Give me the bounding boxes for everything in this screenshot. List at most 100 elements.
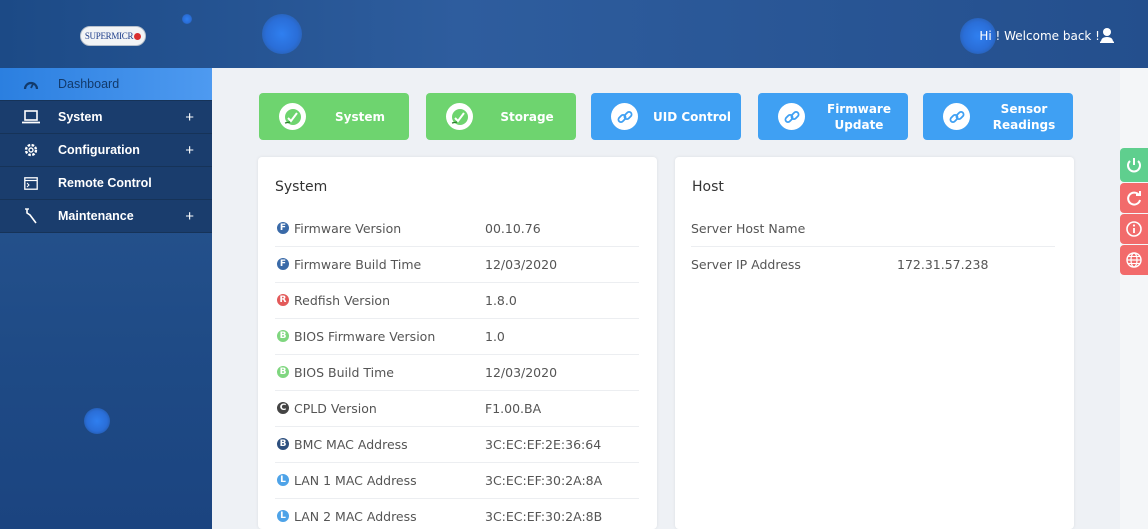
dashboard-gauge-icon — [22, 75, 40, 93]
top-header: SUPERMICR Hi ! Welcome back ! — [0, 0, 1148, 68]
quick-button-firmware-update[interactable]: Firmware Update — [758, 93, 908, 140]
link-icon — [943, 103, 970, 130]
globe-icon — [1126, 252, 1142, 268]
row-value: 172.31.57.238 — [897, 257, 989, 272]
expand-plus-icon[interactable]: + — [185, 208, 194, 225]
wrench-icon — [22, 207, 40, 225]
info-button[interactable] — [1120, 214, 1148, 244]
row-value: 12/03/2020 — [485, 257, 558, 272]
row-value: 1.0 — [485, 329, 505, 344]
quick-button-label: Sensor Readings — [981, 101, 1067, 133]
quick-button-label: System — [335, 109, 385, 124]
info-row-firmware-version: F Firmware Version 00.10.76 — [275, 211, 639, 247]
row-value: 1.8.0 — [485, 293, 517, 308]
sidebar-item-configuration[interactable]: Configuration + — [0, 134, 212, 167]
row-label: Server Host Name — [691, 221, 806, 236]
row-label: BMC MAC Address — [294, 437, 408, 452]
console-window-icon — [22, 174, 40, 192]
info-row-lan1-mac-address: L LAN 1 MAC Address 3C:EC:EF:30:2A:8A — [275, 463, 639, 499]
sidebar-item-label: Maintenance — [58, 209, 134, 223]
right-strip — [1120, 68, 1148, 529]
info-row-cpld-version: C CPLD Version F1.00.BA — [275, 391, 639, 427]
info-row-lan2-mac-address: L LAN 2 MAC Address 3C:EC:EF:30:2A:8B — [275, 499, 639, 529]
firmware-badge-icon: F — [275, 220, 291, 236]
info-row-bmc-mac-address: B BMC MAC Address 3C:EC:EF:2E:36:64 — [275, 427, 639, 463]
row-value: 3C:EC:EF:30:2A:8B — [485, 509, 603, 524]
supermicro-logo[interactable]: SUPERMICR — [80, 26, 146, 46]
refresh-button[interactable] — [1120, 183, 1148, 213]
lan-badge-icon: L — [275, 508, 291, 524]
decorative-glow — [262, 14, 302, 54]
label-line-2: Update — [834, 117, 884, 132]
cpld-badge-icon: C — [275, 400, 291, 416]
info-row-firmware-build-time: F Firmware Build Time 12/03/2020 — [275, 247, 639, 283]
sidebar-item-remote-control[interactable]: Remote Control — [0, 167, 212, 200]
bmc-badge-icon: B — [275, 436, 291, 452]
info-row-server-host-name: Server Host Name — [691, 211, 1055, 247]
sidebar: Dashboard System + Configuration + Remot… — [0, 68, 212, 529]
power-icon — [1127, 158, 1141, 173]
info-row-bios-firmware-version: B BIOS Firmware Version 1.0 — [275, 319, 639, 355]
lan-badge-icon: L — [275, 472, 291, 488]
language-button[interactable] — [1120, 245, 1148, 275]
quick-button-label: Firmware Update — [816, 101, 902, 133]
quick-button-storage[interactable]: Storage — [426, 93, 576, 140]
decorative-glow — [182, 14, 192, 24]
link-icon — [778, 103, 805, 130]
card-title: System — [275, 179, 328, 195]
label-line-1: Sensor — [1000, 101, 1048, 116]
row-value: 00.10.76 — [485, 221, 541, 236]
quick-button-system[interactable]: System — [259, 93, 409, 140]
host-info-card: Host Server Host Name Server IP Address … — [675, 157, 1074, 529]
quick-button-uid-control[interactable]: UID Control — [591, 93, 741, 140]
logo-text: SUPERMICR — [84, 31, 134, 41]
link-icon — [611, 103, 638, 130]
laptop-icon — [22, 108, 40, 126]
label-line-1: Firmware — [827, 101, 891, 116]
quick-button-sensor-readings[interactable]: Sensor Readings — [923, 93, 1073, 140]
expand-plus-icon[interactable]: + — [185, 109, 194, 126]
row-label: Redfish Version — [294, 293, 390, 308]
welcome-text: Hi ! Welcome back ! — [979, 29, 1100, 43]
card-title: Host — [692, 179, 724, 195]
row-label: Server IP Address — [691, 257, 801, 272]
sidebar-item-dashboard[interactable]: Dashboard — [0, 68, 212, 101]
row-label: BIOS Firmware Version — [294, 329, 436, 344]
system-info-card: System F Firmware Version 00.10.76 F Fir… — [258, 157, 657, 529]
main-content: System Storage UID Control Firmware Upda… — [212, 68, 1120, 529]
row-label: LAN 2 MAC Address — [294, 509, 417, 524]
row-label: CPLD Version — [294, 401, 377, 416]
gear-icon — [22, 141, 40, 159]
label-line-2: Readings — [992, 117, 1056, 132]
check-circle-icon — [279, 103, 306, 130]
sidebar-item-label: Dashboard — [58, 77, 120, 91]
info-row-redfish-version: R Redfish Version 1.8.0 — [275, 283, 639, 319]
bios-badge-icon: B — [275, 328, 291, 344]
row-label: Firmware Build Time — [294, 257, 422, 272]
bios-badge-icon: B — [275, 364, 291, 380]
info-icon — [1126, 221, 1142, 237]
row-value: 12/03/2020 — [485, 365, 558, 380]
row-value: 3C:EC:EF:2E:36:64 — [485, 437, 602, 452]
sidebar-item-label: Configuration — [58, 143, 140, 157]
row-value: F1.00.BA — [485, 401, 542, 416]
user-icon[interactable] — [1100, 27, 1114, 43]
quick-button-label: Storage — [500, 109, 554, 124]
row-label: BIOS Build Time — [294, 365, 394, 380]
sidebar-item-system[interactable]: System + — [0, 101, 212, 134]
row-label: LAN 1 MAC Address — [294, 473, 417, 488]
check-circle-icon — [446, 103, 473, 130]
row-value: 3C:EC:EF:30:2A:8A — [485, 473, 603, 488]
info-row-bios-build-time: B BIOS Build Time 12/03/2020 — [275, 355, 639, 391]
logo-dot — [134, 32, 142, 40]
row-label: Firmware Version — [294, 221, 402, 236]
sidebar-item-label: Remote Control — [58, 176, 152, 190]
sidebar-item-label: System — [58, 110, 103, 124]
power-button[interactable] — [1120, 148, 1148, 182]
refresh-icon — [1127, 191, 1141, 206]
decorative-glow — [84, 408, 110, 434]
sidebar-item-maintenance[interactable]: Maintenance + — [0, 200, 212, 233]
quick-button-label: UID Control — [653, 109, 731, 124]
firmware-badge-icon: F — [275, 256, 291, 272]
expand-plus-icon[interactable]: + — [185, 142, 194, 159]
